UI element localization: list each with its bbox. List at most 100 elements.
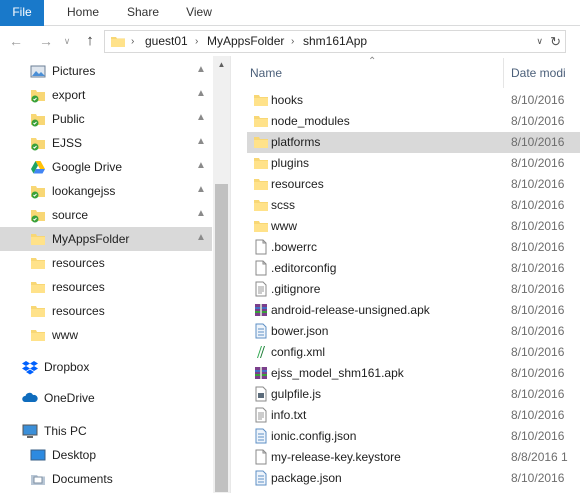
- file-icon: [255, 260, 267, 276]
- file-row[interactable]: resources 8/10/2016: [247, 174, 580, 195]
- folder-icon: [254, 200, 268, 211]
- nav-item-export[interactable]: export ▲: [0, 83, 212, 107]
- address-bar[interactable]: › guest01 › MyAppsFolder › shm161App ∨ ↻: [104, 30, 566, 53]
- breadcrumb-myappsfolder[interactable]: MyAppsFolder: [207, 31, 284, 52]
- file-row[interactable]: ionic.config.json 8/10/2016: [247, 426, 580, 447]
- forward-button[interactable]: →: [36, 31, 56, 51]
- nav-item-ejss[interactable]: EJSS ▲: [0, 131, 212, 155]
- file-name: ionic.config.json: [271, 429, 357, 443]
- pin-icon[interactable]: ▲: [196, 88, 206, 99]
- file-row[interactable]: bower.json 8/10/2016: [247, 321, 580, 342]
- recent-locations-button[interactable]: ∨: [60, 31, 74, 51]
- tab-home[interactable]: Home: [58, 0, 108, 26]
- nav-item-desktop[interactable]: Desktop: [0, 443, 212, 467]
- breadcrumb-separator-icon[interactable]: ›: [291, 31, 294, 52]
- nav-item-resources[interactable]: resources: [0, 299, 212, 323]
- nav-item-this-pc[interactable]: This PC: [0, 419, 212, 443]
- file-date-modified: 8/10/2016: [511, 156, 565, 170]
- file-row[interactable]: gulpfile.js 8/10/2016: [247, 384, 580, 405]
- folder-icon: [254, 179, 268, 190]
- tab-file[interactable]: File: [0, 0, 44, 26]
- file-row[interactable]: hooks 8/10/2016: [247, 90, 580, 111]
- refresh-icon[interactable]: ↻: [550, 31, 561, 52]
- back-button[interactable]: ←: [6, 31, 26, 51]
- folder-synced-icon: [31, 186, 45, 199]
- nav-item-label: Dropbox: [44, 360, 90, 374]
- file-name: hooks: [271, 93, 304, 107]
- file-row[interactable]: plugins 8/10/2016: [247, 153, 580, 174]
- nav-item-dropbox[interactable]: Dropbox: [0, 355, 212, 379]
- nav-item-www[interactable]: www: [0, 323, 212, 347]
- tab-view[interactable]: View: [176, 0, 222, 26]
- nav-item-lookangejss[interactable]: lookangejss ▲: [0, 179, 212, 203]
- pin-icon[interactable]: ▲: [196, 64, 206, 75]
- column-header-date-modified[interactable]: Date modi: [511, 66, 566, 80]
- scroll-up-icon[interactable]: ▲: [213, 56, 230, 73]
- pin-icon[interactable]: ▲: [196, 160, 206, 171]
- nav-item-label: EJSS: [52, 136, 83, 150]
- column-header-name[interactable]: Name: [250, 66, 282, 80]
- xml-file-icon: [257, 346, 265, 358]
- nav-item-resources[interactable]: resources: [0, 275, 212, 299]
- pin-icon[interactable]: ▲: [196, 112, 206, 123]
- nav-item-myappsfolder[interactable]: MyAppsFolder ▲: [0, 227, 212, 251]
- json-file-icon: [255, 323, 267, 339]
- file-row[interactable]: .bowerrc 8/10/2016: [247, 237, 580, 258]
- file-row[interactable]: .gitignore 8/10/2016: [247, 279, 580, 300]
- nav-item-public[interactable]: Public ▲: [0, 107, 212, 131]
- nav-item-label: resources: [52, 304, 105, 318]
- up-button[interactable]: ↑: [80, 31, 100, 51]
- text-file-icon: [255, 407, 267, 423]
- folder-icon: [31, 282, 45, 293]
- file-row[interactable]: node_modules 8/10/2016: [247, 111, 580, 132]
- address-dropdown-icon[interactable]: ∨: [536, 31, 543, 52]
- folder-icon: [31, 306, 45, 317]
- documents-icon: [31, 475, 45, 485]
- tab-share[interactable]: Share: [120, 0, 166, 26]
- nav-item-resources[interactable]: resources: [0, 251, 212, 275]
- file-row[interactable]: package.json 8/10/2016: [247, 468, 580, 489]
- breadcrumb-separator-icon[interactable]: ›: [195, 31, 198, 52]
- nav-item-google-drive[interactable]: Google Drive ▲: [0, 155, 212, 179]
- file-date-modified: 8/10/2016: [511, 240, 565, 254]
- nav-item-label: Documents: [52, 472, 113, 486]
- file-name: platforms: [271, 135, 321, 149]
- file-row[interactable]: config.xml 8/10/2016: [247, 342, 580, 363]
- file-row[interactable]: scss 8/10/2016: [247, 195, 580, 216]
- file-date-modified: 8/8/2016 1: [511, 450, 568, 464]
- pin-icon[interactable]: ▲: [196, 208, 206, 219]
- column-divider[interactable]: [503, 58, 504, 88]
- pin-icon[interactable]: ▲: [196, 136, 206, 147]
- nav-item-pictures[interactable]: Pictures ▲: [0, 59, 212, 83]
- folder-synced-icon: [31, 90, 45, 103]
- file-row[interactable]: android-release-unsigned.apk 8/10/2016: [247, 300, 580, 321]
- nav-item-documents[interactable]: Documents: [0, 467, 212, 491]
- file-row[interactable]: my-release-key.keystore 8/8/2016 1: [247, 447, 580, 468]
- file-row[interactable]: www 8/10/2016: [247, 216, 580, 237]
- file-name: gulpfile.js: [271, 387, 322, 401]
- file-row[interactable]: .editorconfig 8/10/2016: [247, 258, 580, 279]
- breadcrumb-separator-icon[interactable]: ›: [131, 31, 134, 52]
- scrollbar-thumb[interactable]: [215, 184, 228, 492]
- pictures-icon: [30, 65, 46, 78]
- folder-icon: [31, 330, 45, 341]
- file-name: .bowerrc: [271, 240, 318, 254]
- breadcrumb-shm161app[interactable]: shm161App: [303, 31, 367, 52]
- dropbox-icon: [22, 361, 38, 375]
- file-date-modified: 8/10/2016: [511, 282, 565, 296]
- nav-pane-scrollbar[interactable]: ▲: [213, 56, 230, 493]
- file-row[interactable]: info.txt 8/10/2016: [247, 405, 580, 426]
- nav-item-source[interactable]: source ▲: [0, 203, 212, 227]
- nav-item-onedrive[interactable]: OneDrive: [0, 386, 212, 410]
- file-row[interactable]: platforms 8/10/2016: [247, 132, 580, 153]
- nav-item-label: Google Drive: [52, 160, 123, 174]
- navigation-bar: ← → ∨ ↑ › guest01 › MyAppsFolder › shm16…: [0, 26, 580, 56]
- file-row[interactable]: ejss_model_shm161.apk 8/10/2016: [247, 363, 580, 384]
- file-date-modified: 8/10/2016: [511, 366, 565, 380]
- file-date-modified: 8/10/2016: [511, 429, 565, 443]
- nav-item-label: source: [52, 208, 89, 222]
- breadcrumb-guest01[interactable]: guest01: [145, 31, 188, 52]
- file-name: .gitignore: [271, 282, 321, 296]
- pin-icon[interactable]: ▲: [196, 184, 206, 195]
- pin-icon[interactable]: ▲: [196, 232, 206, 243]
